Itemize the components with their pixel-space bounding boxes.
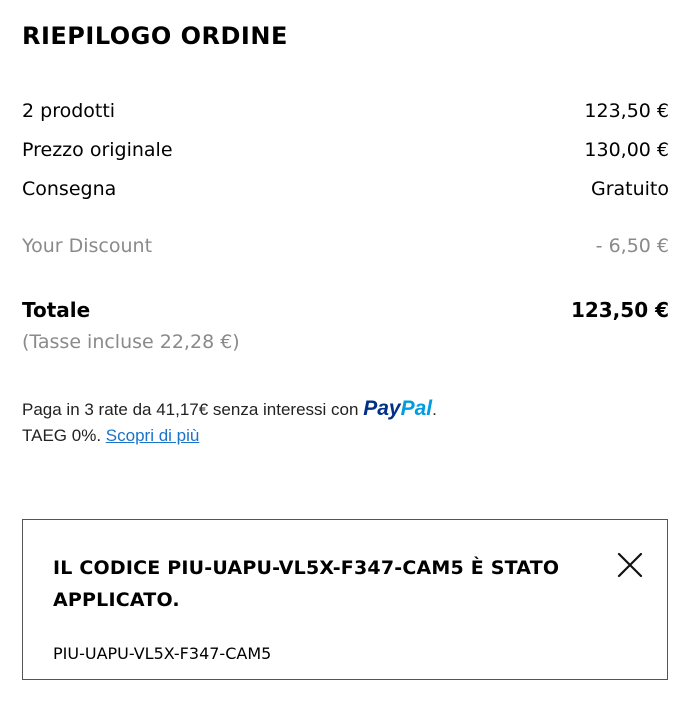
products-label: 2 prodotti <box>22 100 116 122</box>
close-button[interactable] <box>615 550 645 580</box>
order-summary-title: RIEPILOGO ORDINE <box>22 22 288 50</box>
delivery-label: Consegna <box>22 178 117 200</box>
total-label: Totale <box>22 298 91 322</box>
paypal-line-2: TAEG 0%. Scopri di più <box>22 423 437 449</box>
total-value: 123,50 € <box>570 298 669 322</box>
original-price-label: Prezzo originale <box>22 139 173 161</box>
delivery-value: Gratuito <box>590 178 669 200</box>
paypal-installments-text: Paga in 3 rate da 41,17€ senza interessi… <box>22 400 359 419</box>
paypal-logo-pay: Pay <box>363 397 401 420</box>
original-price-row: Prezzo originale 130,00 € <box>22 139 669 161</box>
tax-note: (Tasse incluse 22,28 €) <box>22 331 240 353</box>
paypal-logo: PayPal <box>363 397 432 420</box>
products-value: 123,50 € <box>584 100 669 122</box>
paypal-logo-pal: Pal <box>400 397 433 420</box>
paypal-taeg-text: TAEG 0%. <box>22 426 102 445</box>
close-icon <box>617 552 643 578</box>
products-row: 2 prodotti 123,50 € <box>22 100 669 122</box>
original-price-value: 130,00 € <box>584 139 669 161</box>
coupon-applied-notice: IL CODICE PIU-UAPU-VL5X-F347-CAM5 È STAT… <box>22 519 668 680</box>
discount-row: Your Discount - 6,50 € <box>22 235 669 257</box>
learn-more-link[interactable]: Scopri di più <box>106 426 200 445</box>
delivery-row: Consegna Gratuito <box>22 178 669 200</box>
discount-value: - 6,50 € <box>595 235 669 257</box>
discount-label: Your Discount <box>22 235 153 257</box>
paypal-line-1: Paga in 3 rate da 41,17€ senza interessi… <box>22 396 437 423</box>
total-row: Totale 123,50 € <box>22 298 669 322</box>
paypal-period: . <box>432 400 437 419</box>
paypal-installments-info: Paga in 3 rate da 41,17€ senza interessi… <box>22 396 437 449</box>
coupon-code: PIU-UAPU-VL5X-F347-CAM5 <box>53 644 272 663</box>
coupon-applied-message: IL CODICE PIU-UAPU-VL5X-F347-CAM5 È STAT… <box>53 557 560 611</box>
